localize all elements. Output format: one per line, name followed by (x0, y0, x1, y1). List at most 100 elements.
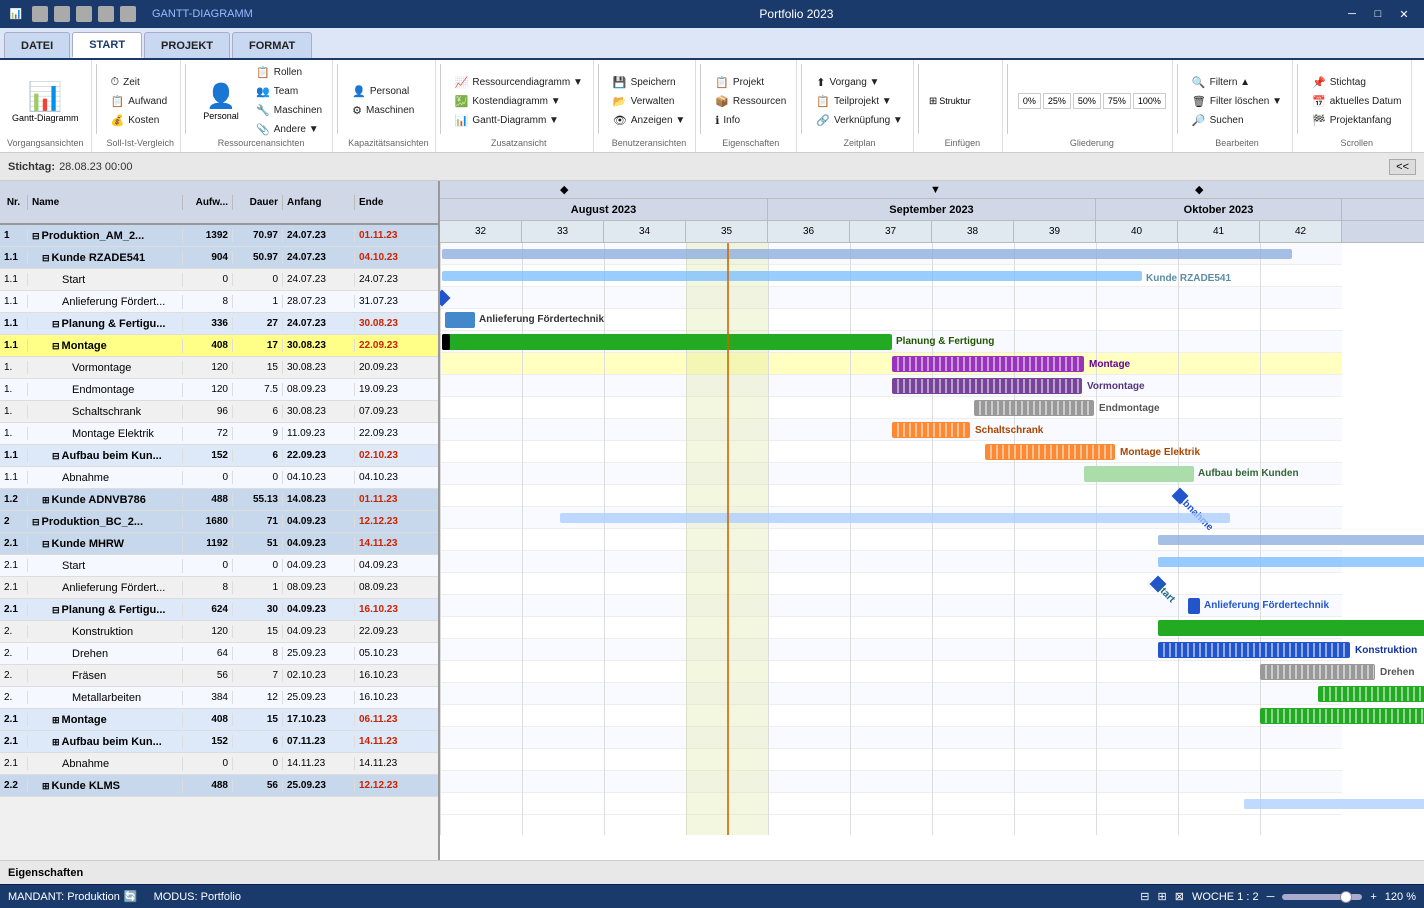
gantt-bar[interactable]: Anlieferung Fördertechnik (445, 312, 475, 328)
gliederung-75-button[interactable]: 75% (1103, 93, 1131, 109)
expand-icon[interactable]: ⊞ (52, 737, 60, 747)
struktur-col: ⊞ Struktur (929, 96, 971, 107)
tab-format[interactable]: FORMAT (232, 32, 312, 58)
gantt-bar[interactable]: Fräsen (1318, 686, 1424, 702)
filtern-button[interactable]: 🔍 Filtern ▲ (1188, 74, 1286, 91)
gantt-bar[interactable]: Planung (1158, 620, 1424, 636)
expand-icon[interactable]: ⊟ (52, 341, 60, 351)
ressourcendiagramm-button[interactable]: 📈 Ressourcendiagramm ▼ (451, 74, 587, 91)
zoom-plus[interactable]: + (1370, 891, 1376, 903)
zoom-minus[interactable]: ─ (1267, 891, 1275, 903)
zoom-thumb[interactable] (1340, 891, 1352, 903)
grid-icon-1[interactable]: ⊟ (1140, 890, 1149, 903)
expand-icon[interactable]: ⊟ (42, 539, 50, 549)
speichern-button[interactable]: 💾 Speichern (609, 74, 689, 91)
expand-icon[interactable]: ⊟ (32, 517, 40, 527)
team-icon: 👥 (256, 85, 270, 98)
zeit-button[interactable]: ⏱ Zeit (107, 74, 172, 91)
grid-line (604, 243, 605, 835)
kostendiagramm-button[interactable]: 💹 Kostendiagramm ▼ (451, 93, 587, 110)
collapse-button[interactable]: << (1389, 159, 1416, 175)
toolbar-icon-2[interactable] (54, 6, 70, 22)
toolbar-icon-3[interactable] (76, 6, 92, 22)
expand-icon[interactable]: ⊞ (52, 715, 60, 725)
stichtag-scroll-button[interactable]: 📌 Stichtag (1308, 74, 1405, 91)
gantt-bar[interactable]: Metallarb (1260, 708, 1424, 724)
maschinen-button[interactable]: 🔧 Maschinen (252, 102, 326, 119)
gantt-bar[interactable]: Montage (892, 356, 1084, 372)
filter-icon: 🔍 (1192, 76, 1206, 89)
refresh-icon[interactable]: 🔄 (124, 890, 138, 903)
suchen-button[interactable]: 🔎 Suchen (1188, 112, 1286, 129)
verknuepfung-button[interactable]: 🔗 Verknüpfung ▼ (812, 112, 907, 129)
gantt-bar[interactable] (1158, 557, 1424, 567)
expand-icon[interactable]: ⊞ (42, 495, 50, 505)
toolbar-icon-4[interactable] (98, 6, 114, 22)
zeit-icon: ⏱ (111, 76, 120, 89)
aufwand-button[interactable]: 📋 Aufwand (107, 93, 172, 110)
kap-maschinen-button[interactable]: ⚙ Maschinen (348, 102, 418, 119)
anzeigen-button[interactable]: 👁 Anzeigen ▼ (609, 112, 689, 129)
expand-icon[interactable]: ⊟ (32, 231, 40, 241)
gantt-bar[interactable]: Aufbau beim Kunden (1084, 466, 1194, 482)
verwalten-button[interactable]: 📂 Verwalten (609, 93, 689, 110)
team-button[interactable]: 👥 Team (252, 83, 326, 100)
expand-icon[interactable]: ⊟ (52, 605, 60, 615)
projektanfang-button[interactable]: 🏁 Projektanfang (1308, 112, 1405, 129)
kosten-button[interactable]: 💰 Kosten (107, 112, 172, 129)
gliederung-25-button[interactable]: 25% (1043, 93, 1071, 109)
gantt-bar[interactable] (1158, 535, 1424, 545)
gantt-bar[interactable]: Endmontage (974, 400, 1094, 416)
maximize-button[interactable]: □ (1366, 4, 1390, 24)
minimize-button[interactable]: ─ (1340, 4, 1364, 24)
tab-datei[interactable]: DATEI (4, 32, 70, 58)
gantt-bar[interactable]: Anlieferung Fördertechnik (1188, 598, 1200, 614)
gliederung-50-button[interactable]: 50% (1073, 93, 1101, 109)
filter-loeschen-button[interactable]: 🗑 Filter löschen ▼ (1188, 93, 1286, 110)
andere-button[interactable]: 📎 Andere ▼ (252, 121, 326, 138)
gantt-bar[interactable] (442, 334, 450, 350)
filter-del-icon: 🗑 (1192, 95, 1206, 108)
expand-icon[interactable]: ⊞ (42, 781, 50, 791)
info-button[interactable]: ℹ Info (711, 112, 790, 129)
cell-anfang: 30.08.23 (283, 339, 355, 352)
gantt-bar[interactable]: Schaltschrank (892, 422, 970, 438)
cell-name: Konstruktion (28, 625, 183, 639)
zoom-slider[interactable] (1282, 894, 1362, 900)
expand-icon[interactable]: ⊟ (42, 253, 50, 263)
tab-start[interactable]: START (72, 32, 142, 58)
gantt-bar[interactable]: Planung & Fertigung (442, 334, 892, 350)
gliederung-0-button[interactable]: 0% (1018, 93, 1041, 109)
expand-icon[interactable]: ⊟ (52, 319, 60, 329)
gantt-diagramm-button[interactable]: 📊 Gantt-Diagramm (6, 76, 85, 127)
gantt-bar[interactable] (560, 513, 1230, 523)
vorgang-button[interactable]: ⬆ Vorgang ▼ (812, 74, 907, 91)
grid-icon-2[interactable]: ⊞ (1158, 890, 1167, 903)
close-button[interactable]: ✕ (1392, 4, 1416, 24)
gantt-bar[interactable] (1244, 799, 1424, 809)
gantt-bar[interactable] (442, 249, 1292, 259)
teilprojekt-button[interactable]: 📋 Teilprojekt ▼ (812, 93, 907, 110)
gliederung-100-button[interactable]: 100% (1133, 93, 1166, 109)
gantt-chart[interactable]: ◆ ▼ ◆ ◆ August 2023 September 2023 Oktob… (440, 181, 1424, 860)
personal-large-button[interactable]: 👤 Personal (196, 78, 246, 125)
grid-icon-3[interactable]: ⊠ (1175, 890, 1184, 903)
struktur-label: ⊞ Struktur (929, 96, 971, 107)
gantt-bar[interactable]: Drehen (1260, 664, 1375, 680)
gantt-bar[interactable]: Montage Elektrik (985, 444, 1115, 460)
aktuelles-datum-button[interactable]: 📅 aktuelles Datum (1308, 93, 1405, 110)
toolbar-icon-1[interactable] (32, 6, 48, 22)
ressourcen-eig-button[interactable]: 📦 Ressourcen (711, 93, 790, 110)
gantt-row-bg (440, 441, 1342, 463)
gantt-bar[interactable]: Konstruktion (1158, 642, 1350, 658)
gantt-bar[interactable]: Vormontage (892, 378, 1082, 394)
gantt-zusatz-button[interactable]: 📊 Gantt-Diagramm ▼ (451, 112, 587, 129)
personal-icon: 👤 (206, 82, 236, 111)
expand-icon[interactable]: ⊟ (52, 451, 60, 461)
toolbar-icon-5[interactable] (120, 6, 136, 22)
kap-personal-button[interactable]: 👤 Personal (348, 83, 418, 100)
tab-projekt[interactable]: PROJEKT (144, 32, 230, 58)
projekt-button[interactable]: 📋 Projekt (711, 74, 790, 91)
gantt-bar[interactable]: Kunde RZADE541 (442, 271, 1142, 281)
rollen-button[interactable]: 📋 Rollen (252, 64, 326, 81)
